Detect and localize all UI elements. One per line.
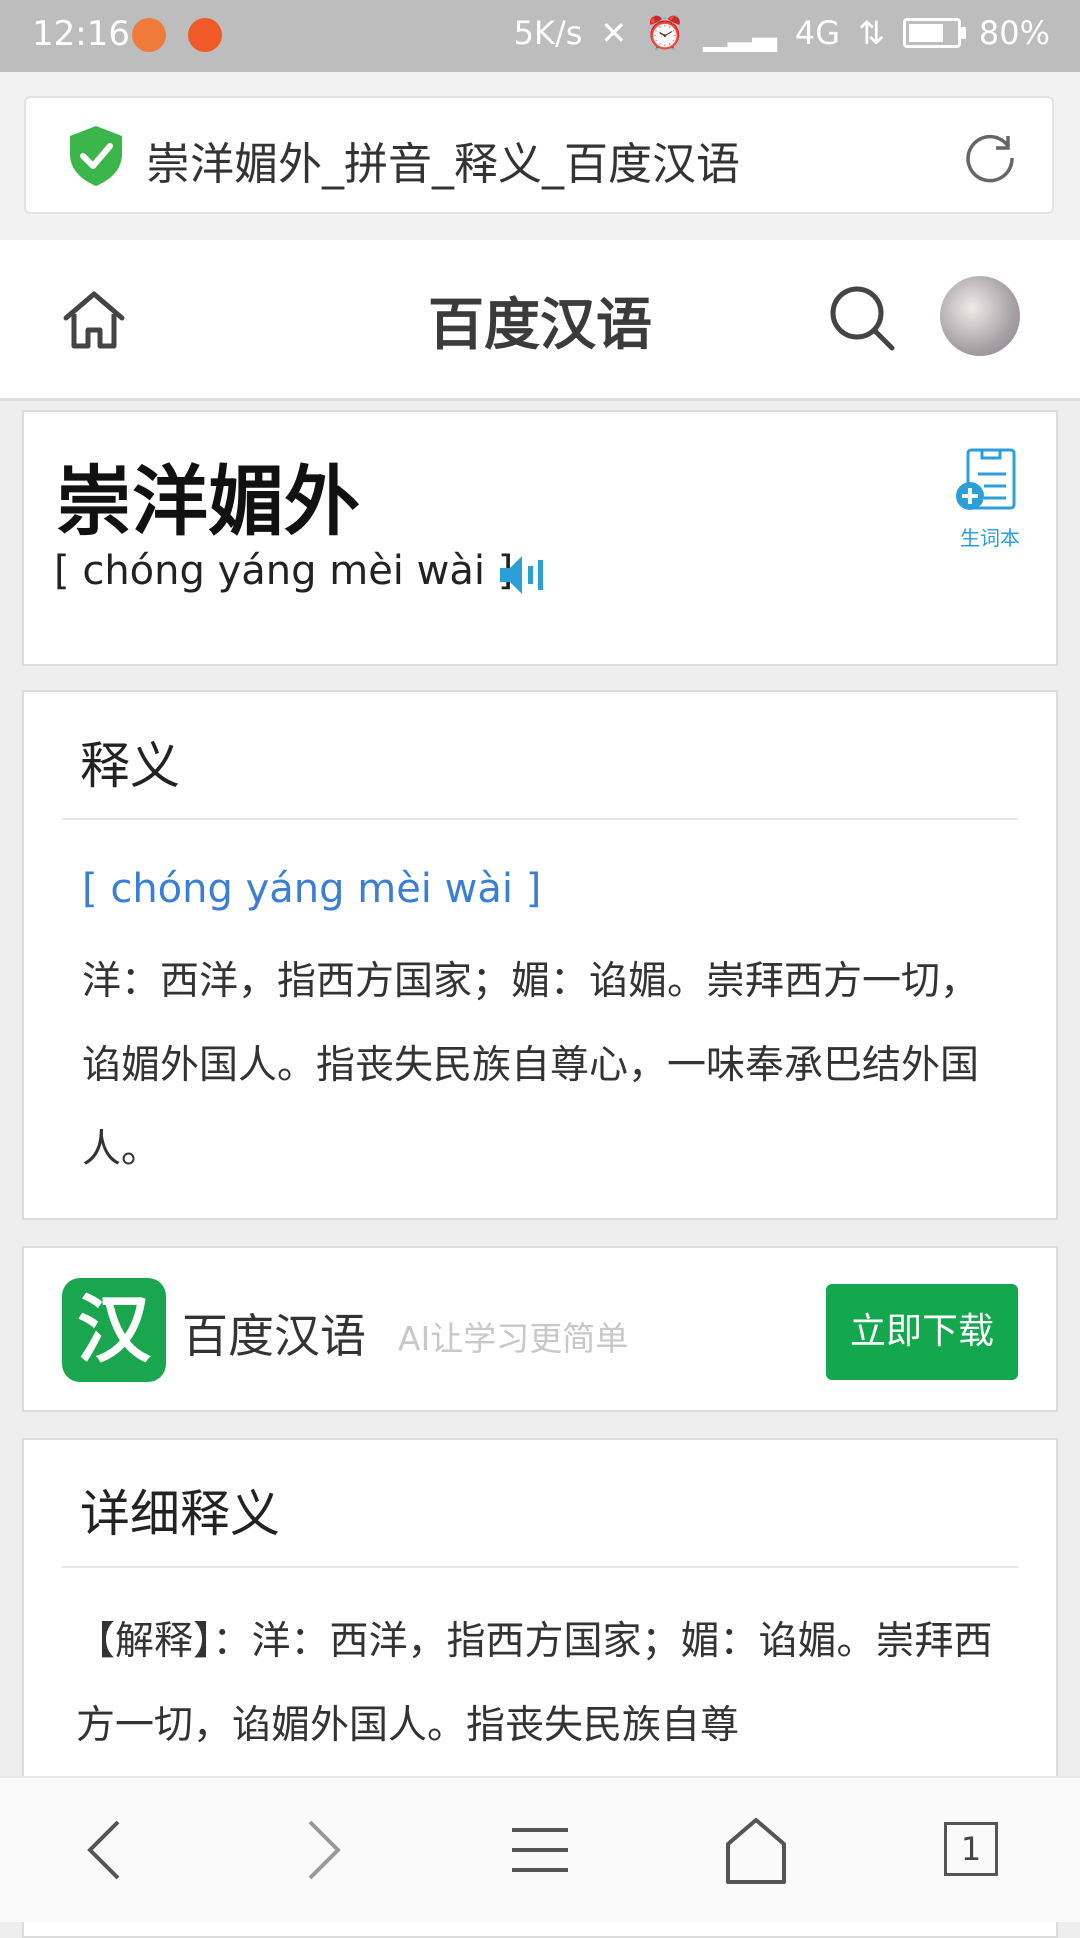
network-type: 4G [794, 14, 841, 52]
meaning-text: 洋：西洋，指西方国家；媚：谄媚。崇拜西方一切，谄媚外国人。指丧失民族自尊心，一味… [82, 959, 980, 1172]
meaning-title: 释义 [80, 737, 180, 795]
refresh-icon[interactable] [962, 128, 1018, 184]
status-time: 12:16 [32, 14, 130, 54]
detail-text: 【解释】：洋：西洋，指西方国家；媚：谄媚。崇拜西方一切，谄媚外国人。指丧失民族自… [76, 1619, 993, 1748]
battery-level: 80% [978, 14, 1050, 52]
vocab-book-icon[interactable] [954, 446, 1020, 518]
app-logo: 汉 [62, 1278, 166, 1382]
detail-divider [62, 1566, 1018, 1568]
speaker-icon[interactable] [498, 552, 548, 598]
app-slogan: AI让学习更简单 [398, 1319, 629, 1358]
download-button[interactable]: 立即下载 [826, 1284, 1018, 1380]
tab-count-button[interactable]: 1 [944, 1822, 998, 1876]
page-title[interactable]: 崇洋媚外_拼音_释义_百度汉语 [146, 128, 740, 192]
alarm-icon: ⏰ [645, 14, 686, 52]
status-right: 5K/s ✕ ⏰ ▁▂▃ 4G ⇅ 80% [514, 14, 1050, 52]
home-nav-icon[interactable] [716, 1812, 796, 1888]
site-brand: 百度汉语 [428, 293, 652, 358]
word-pinyin: [ chóng yáng mèi wài ] [54, 548, 514, 594]
battery-icon [902, 18, 966, 48]
chat-notification-icon [132, 18, 166, 52]
network-speed: 5K/s [513, 14, 583, 52]
word-title: 崇洋媚外 [56, 457, 360, 546]
meaning-divider [62, 818, 1018, 820]
status-bar: 12:16 5K/s ✕ ⏰ ▁▂▃ 4G ⇅ 80% [0, 0, 1080, 72]
avatar[interactable] [940, 276, 1020, 356]
data-arrows-icon: ⇅ [858, 14, 885, 52]
meaning-pinyin: [ chóng yáng mèi wài ] [82, 866, 542, 912]
menu-icon[interactable] [500, 1812, 580, 1888]
forward-icon[interactable] [282, 1812, 362, 1888]
shield-check-icon [70, 126, 122, 186]
detail-title: 详细释义 [80, 1485, 280, 1543]
vocab-book-label[interactable]: 生词本 [960, 522, 1020, 551]
app-name: 百度汉语 [182, 1309, 366, 1363]
app-notification-icon [188, 18, 222, 52]
mute-icon: ✕ [600, 14, 628, 52]
search-icon[interactable] [826, 282, 898, 354]
signal-icon: ▁▂▃ [703, 14, 777, 52]
back-icon[interactable] [66, 1812, 146, 1888]
